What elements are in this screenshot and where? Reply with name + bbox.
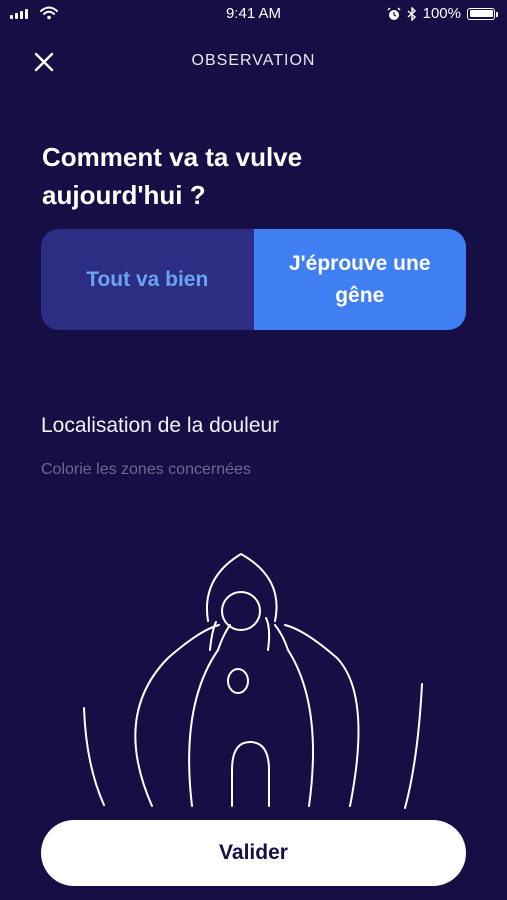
zone-vaginal-opening (231, 741, 270, 807)
pain-location-hint: Colorie les zones concernées (41, 461, 251, 478)
zone-clitoral-hood (206, 553, 278, 622)
option-discomfort-line-2: gêne (335, 283, 385, 307)
page-title: OBSERVATION (191, 52, 316, 69)
option-all-good-label: Tout va bien (86, 267, 209, 291)
battery-percent: 100% (422, 5, 461, 22)
status-right: 100% (387, 5, 498, 22)
nav-header: OBSERVATION (0, 42, 507, 82)
status-bar: 9:41 AM 100% (0, 0, 507, 30)
zone-urethra (227, 668, 249, 694)
option-discomfort-label: J'éprouve une gêne (289, 248, 431, 312)
question-line-2: aujourd'hui ? (42, 180, 206, 210)
question-line-1: Comment va ta vulve (42, 142, 303, 172)
pain-location-title: Localisation de la douleur (41, 414, 280, 437)
zone-labia-minora (188, 624, 314, 807)
validate-label: Valider (219, 841, 288, 864)
bluetooth-icon (407, 6, 416, 21)
option-all-good[interactable]: Tout va bien (41, 229, 254, 330)
question-heading: Comment va ta vulve aujourd'hui ? (42, 138, 462, 214)
zone-outer-right (404, 683, 423, 809)
feeling-segmented-control: Tout va bien J'éprouve une gêne (41, 229, 466, 330)
alarm-icon (387, 6, 401, 20)
zone-outer-left (83, 707, 105, 806)
battery-icon (467, 7, 498, 20)
validate-button[interactable]: Valider (41, 820, 466, 886)
option-discomfort-line-1: J'éprouve une (288, 251, 431, 275)
vulva-diagram[interactable] (0, 540, 507, 820)
zone-clitoris (221, 591, 261, 631)
zone-labia-majora (134, 624, 360, 807)
option-discomfort[interactable]: J'éprouve une gêne (253, 229, 466, 330)
